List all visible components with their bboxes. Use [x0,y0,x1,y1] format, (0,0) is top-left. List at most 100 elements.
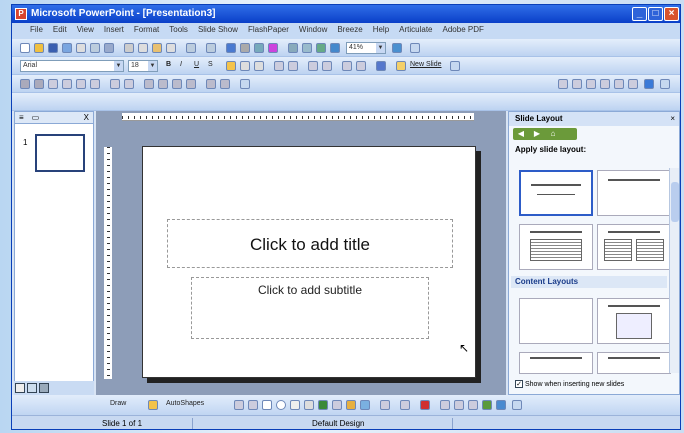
oval-icon[interactable] [276,400,286,410]
vertical-text-icon[interactable] [304,400,314,410]
summary-slide-icon[interactable] [110,79,120,89]
freeform-icon[interactable] [572,79,582,89]
toolbar-options-icon[interactable] [240,79,250,89]
menu-edit[interactable]: Edit [48,23,72,36]
increase-indent-icon[interactable] [356,61,366,71]
menu-format[interactable]: Format [129,23,164,36]
menu-flashpaper[interactable]: FlashPaper [243,23,294,36]
grid-icon[interactable] [316,43,326,53]
text-box-icon[interactable] [290,400,300,410]
align-left-icon[interactable] [226,61,236,71]
show-formatting-icon[interactable] [302,43,312,53]
menu-articulate[interactable]: Articulate [394,23,437,36]
callout-tool-icon[interactable] [614,79,624,89]
show-when-inserting-checkbox[interactable]: ✓ Show when inserting new slides [515,380,624,388]
print-icon[interactable] [76,43,86,53]
subtitle-placeholder[interactable]: Click to add subtitle [191,277,429,339]
arrow-icon[interactable] [248,400,258,410]
font-color-icon[interactable] [376,61,386,71]
menu-adobe-pdf[interactable]: Adobe PDF [438,23,489,36]
clip-art-icon[interactable] [346,400,356,410]
spelling-icon[interactable] [104,43,114,53]
close-button[interactable]: × [664,7,679,21]
toolbar-options-icon[interactable] [512,400,522,410]
distribute-icon[interactable] [158,79,168,89]
decrease-indent-icon[interactable] [342,61,352,71]
font-size-combo[interactable]: 18 ▼ [128,60,158,72]
rotate-icon[interactable] [172,79,182,89]
numbering-icon[interactable] [274,61,284,71]
layout-title-slide[interactable] [519,170,593,216]
group-icon[interactable] [206,79,216,89]
line-color-icon[interactable] [400,400,410,410]
cut-icon[interactable] [124,43,134,53]
menu-file[interactable]: File [12,23,48,36]
design-icon[interactable] [396,61,406,71]
layout-title-content[interactable] [597,298,671,344]
draw-menu-button[interactable]: Draw [110,400,126,407]
pane-close-button[interactable]: X [80,112,93,124]
rectangle-icon[interactable] [262,400,272,410]
picture-icon[interactable] [360,400,370,410]
back-icon[interactable]: ◀ [513,128,529,140]
toolbar-options-icon[interactable] [660,79,670,89]
normal-view-icon[interactable] [15,383,25,393]
font-color-icon[interactable] [420,400,430,410]
layout-title-only[interactable] [597,170,671,216]
task-pane-close-button[interactable]: × [670,112,675,126]
select-objects-icon[interactable] [148,400,158,410]
menu-slide-show[interactable]: Slide Show [193,23,243,36]
demote-icon[interactable] [34,79,44,89]
scrollbar-thumb[interactable] [671,182,679,222]
format-painter-icon[interactable] [166,43,176,53]
permission-icon[interactable] [62,43,72,53]
slide-show-view-icon[interactable] [39,383,49,393]
flip-icon[interactable] [186,79,196,89]
slide-thumbnail[interactable] [35,134,85,172]
layout-two-column-text[interactable] [597,224,671,270]
font-combo[interactable]: Arial ▼ [20,60,124,72]
ungroup-icon[interactable] [220,79,230,89]
underline-button[interactable]: U [194,61,199,68]
forward-icon[interactable]: ▶ [529,128,545,140]
maximize-button[interactable]: □ [648,7,663,21]
home-icon[interactable]: ⌂ [545,128,561,140]
increase-font-icon[interactable] [308,61,318,71]
italic-button[interactable]: I [180,61,182,68]
task-pane-scrollbar[interactable] [669,168,679,373]
expand-icon[interactable] [90,79,100,89]
expand-all-icon[interactable] [288,43,298,53]
decrease-font-icon[interactable] [322,61,332,71]
new-slide-button[interactable]: New Slide [410,61,442,68]
slide-canvas[interactable]: Click to add title Click to add subtitle [142,146,476,378]
undo-icon[interactable] [186,43,196,53]
layout-title-text[interactable] [519,224,593,270]
align-center-icon[interactable] [240,61,250,71]
connector-tool-icon[interactable] [628,79,638,89]
menu-insert[interactable]: Insert [99,23,129,36]
rectangle-tool-icon[interactable] [586,79,596,89]
shape-tool-icon[interactable] [558,79,568,89]
move-up-icon[interactable] [48,79,58,89]
redo-icon[interactable] [206,43,216,53]
menu-tools[interactable]: Tools [164,23,193,36]
slides-tab[interactable]: ▭ [28,112,44,124]
toolbar-options-icon[interactable] [450,61,460,71]
powerpoint-icon[interactable]: P [15,8,27,20]
move-down-icon[interactable] [62,79,72,89]
menu-breeze[interactable]: Breeze [332,23,367,36]
shadow-button[interactable]: S [208,61,213,68]
autoshapes-button[interactable]: AutoShapes [166,400,204,407]
arrow-style-icon[interactable] [468,400,478,410]
outline-tab[interactable]: ≡ [15,112,28,124]
toolbar-options-icon[interactable] [410,43,420,53]
layout-title-two-content[interactable] [519,352,593,374]
diagram-icon[interactable] [332,400,342,410]
collapse-icon[interactable] [76,79,86,89]
fill-color-icon[interactable] [644,79,654,89]
tables-borders-icon[interactable] [254,43,264,53]
show-formatting-icon[interactable] [124,79,134,89]
zoom-combo[interactable]: 41% ▼ [346,42,386,54]
fill-bucket-icon[interactable] [380,400,390,410]
align-right-icon[interactable] [254,61,264,71]
